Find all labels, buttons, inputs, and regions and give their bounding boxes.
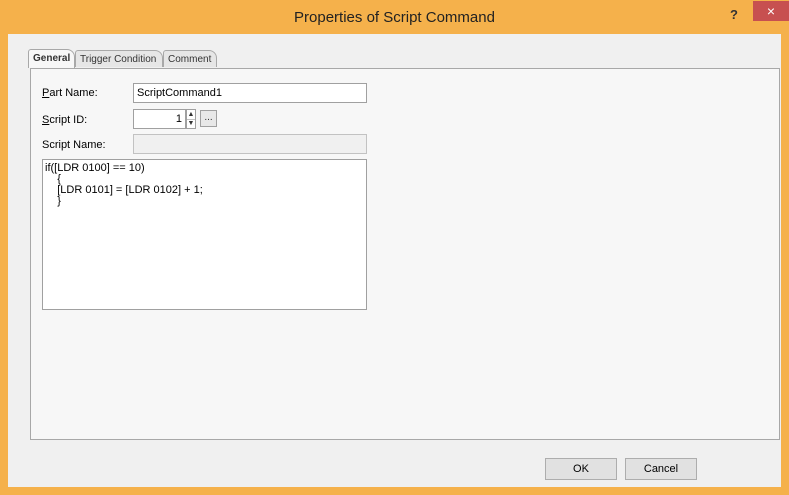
part-name-label: Part Name: [42, 87, 98, 99]
close-button[interactable]: × [753, 1, 789, 21]
script-line: if([LDR 0100] == 10) [45, 162, 145, 174]
tab-comment[interactable]: Comment [163, 50, 217, 67]
title-bar[interactable]: Properties of Script Command ? × [0, 0, 789, 34]
script-line: [LDR 0101] = [LDR 0102] + 1; [45, 184, 203, 196]
script-id-label-text: cript ID: [49, 114, 88, 126]
cancel-button[interactable]: Cancel [625, 458, 697, 480]
script-id-label: Script ID: [42, 114, 87, 126]
dialog-title: Properties of Script Command [294, 9, 495, 26]
ok-button[interactable]: OK [545, 458, 617, 480]
script-name-input [133, 134, 367, 154]
script-name-label: Script Name: [42, 139, 106, 151]
script-line: } [45, 195, 61, 207]
script-id-input[interactable]: 1 [133, 109, 186, 129]
script-id-spinner[interactable]: ▲ ▼ [186, 109, 196, 129]
part-name-input[interactable]: ScriptCommand1 [133, 83, 367, 103]
tab-trigger-condition[interactable]: Trigger Condition [75, 50, 163, 67]
script-text-area[interactable]: if([LDR 0100] == 10) { [LDR 0101] = [LDR… [42, 159, 367, 310]
help-button[interactable]: ? [722, 6, 746, 24]
spin-down-icon[interactable]: ▼ [187, 119, 195, 128]
tab-general[interactable]: General [28, 49, 75, 68]
script-id-browse-button[interactable]: ... [200, 110, 217, 127]
part-name-label-text: art Name: [49, 87, 98, 99]
tab-panel-general: Part Name: ScriptCommand1 Script ID: 1 ▲… [30, 68, 780, 440]
